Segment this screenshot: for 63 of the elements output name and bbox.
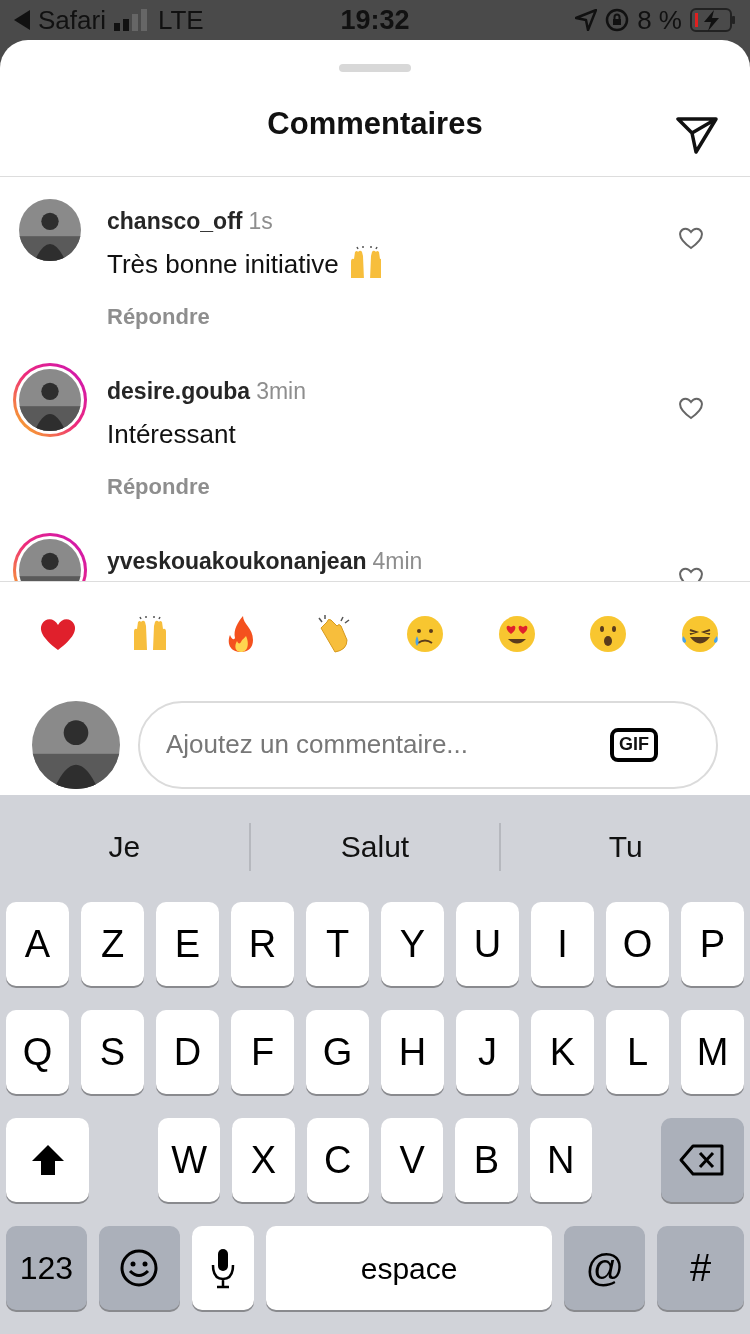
dictation-key[interactable] — [191, 1226, 254, 1310]
comment-time: 1s — [248, 207, 273, 237]
key[interactable]: K — [531, 1010, 594, 1094]
username[interactable]: desire.gouba — [107, 374, 251, 409]
key[interactable]: F — [231, 1010, 294, 1094]
key[interactable]: C — [306, 1118, 369, 1202]
space-key[interactable]: espace — [266, 1226, 553, 1310]
rotation-lock-icon — [605, 8, 630, 32]
username[interactable]: chansco_off — [107, 204, 243, 239]
key[interactable]: O — [606, 902, 669, 986]
delete-key[interactable] — [660, 1118, 744, 1202]
key[interactable]: U — [456, 902, 519, 986]
key[interactable]: R — [231, 902, 294, 986]
backspace-icon — [679, 1144, 726, 1176]
comment-time: 3min — [256, 377, 306, 407]
key[interactable]: S — [81, 1010, 144, 1094]
location-icon — [575, 9, 598, 31]
avatar — [19, 369, 81, 432]
key[interactable]: Z — [81, 902, 144, 986]
microphone-icon — [209, 1247, 236, 1289]
network-label: LTE — [157, 3, 204, 37]
comment-text: Intéressant — [107, 417, 236, 451]
username[interactable]: yveskouakoukonanjean — [107, 544, 367, 579]
shift-key[interactable] — [6, 1118, 90, 1202]
battery-percent: 8 % — [637, 3, 682, 37]
sheet-title: Commentaires — [267, 104, 483, 143]
key[interactable]: V — [381, 1118, 444, 1202]
key[interactable]: Q — [6, 1010, 69, 1094]
hash-key[interactable]: # — [657, 1226, 744, 1310]
key[interactable]: P — [681, 902, 744, 986]
send-icon[interactable] — [676, 115, 718, 154]
signal-icon — [113, 9, 150, 31]
like-icon[interactable] — [678, 396, 704, 421]
key[interactable]: M — [681, 1010, 744, 1094]
gif-button[interactable]: GIF — [610, 727, 658, 762]
battery-icon — [690, 8, 736, 32]
key[interactable]: W — [158, 1118, 221, 1202]
key[interactable]: N — [529, 1118, 592, 1202]
status-time: 19:32 — [340, 3, 410, 37]
like-icon[interactable] — [678, 226, 704, 251]
suggestion[interactable]: Salut — [250, 824, 500, 869]
key[interactable]: E — [156, 902, 219, 986]
key[interactable]: T — [306, 902, 369, 986]
comment-text: Très bonne initiative — [107, 247, 339, 281]
key[interactable]: D — [156, 1010, 219, 1094]
key[interactable]: G — [306, 1010, 369, 1094]
key[interactable]: Y — [381, 902, 444, 986]
suggestion[interactable]: Je — [0, 824, 249, 869]
drag-handle[interactable] — [339, 64, 411, 72]
key[interactable]: I — [531, 902, 594, 986]
key[interactable]: L — [606, 1010, 669, 1094]
key[interactable]: H — [381, 1010, 444, 1094]
comment-time: 4min — [372, 547, 423, 577]
key[interactable]: A — [6, 902, 69, 986]
back-icon — [14, 10, 30, 30]
key[interactable]: J — [456, 1010, 519, 1094]
at-key[interactable]: @ — [564, 1226, 646, 1310]
key[interactable]: B — [455, 1118, 518, 1202]
smiley-icon — [119, 1248, 160, 1288]
emoji-key[interactable] — [98, 1226, 180, 1310]
key[interactable]: X — [232, 1118, 295, 1202]
numbers-key[interactable]: 123 — [6, 1226, 87, 1310]
suggestion[interactable]: Tu — [501, 824, 750, 869]
